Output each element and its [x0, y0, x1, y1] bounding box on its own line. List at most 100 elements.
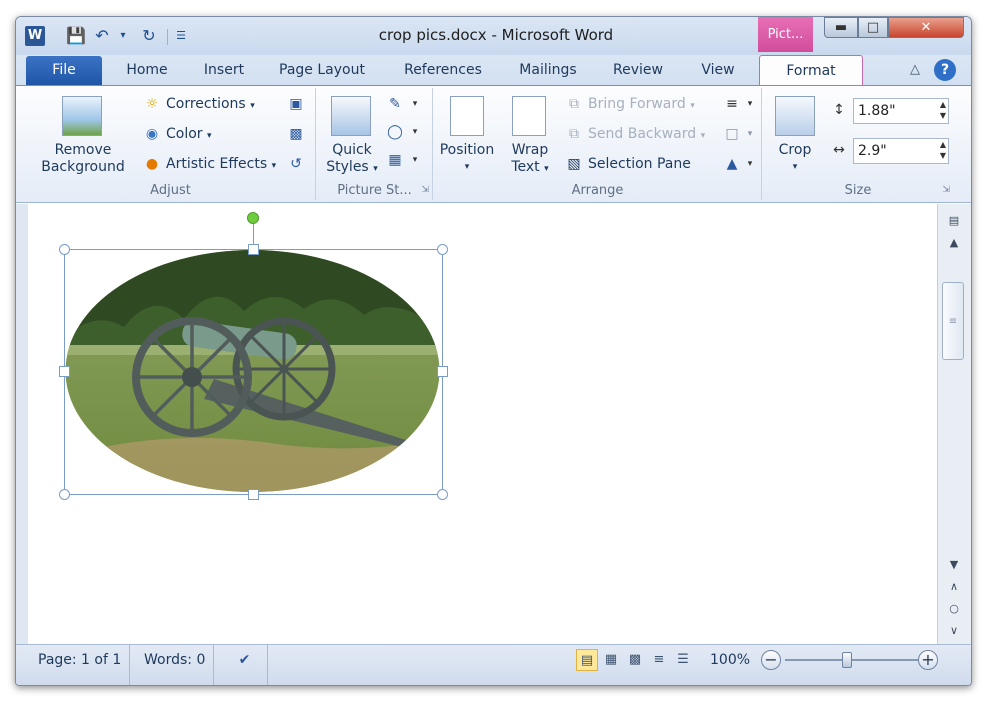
bring-forward-button[interactable]: ⧉ Bring Forward ▾ — [564, 96, 695, 112]
group-arrange-label: Arrange — [571, 183, 624, 198]
close-button[interactable]: ✕ — [888, 17, 964, 38]
spinner-arrows-icon[interactable]: ▲ ▼ — [940, 99, 946, 121]
tab-file[interactable]: File — [26, 56, 102, 85]
group-arrange: Position ▾ Wrap Text ▾ ⧉ Bring Forward ▾ … — [434, 88, 762, 200]
tab-insert[interactable]: Insert — [194, 55, 254, 85]
spinner-arrows-icon[interactable]: ▲ ▼ — [940, 139, 946, 161]
picture-border-icon[interactable]: ✎ — [385, 94, 405, 114]
chevron-down-icon[interactable]: ▾ — [405, 122, 425, 142]
position-label: Position — [439, 142, 495, 158]
previous-page-icon[interactable]: ∧ — [942, 578, 966, 596]
word-count[interactable]: Words: 0 — [136, 645, 215, 685]
artistic-effects-button[interactable]: ● Artistic Effects ▾ — [142, 156, 276, 172]
resize-handle-left[interactable] — [59, 366, 70, 377]
zoom-slider-thumb[interactable] — [842, 652, 852, 668]
tab-review[interactable]: Review — [606, 55, 670, 85]
zoom-out-button[interactable]: − — [761, 650, 781, 670]
picture-effects-icon[interactable]: ◯ — [385, 122, 405, 142]
scrollbar-thumb[interactable]: ≡ — [942, 282, 964, 360]
dialog-launcher-icon[interactable]: ⇲ — [421, 185, 429, 195]
draft-icon[interactable]: ☰ — [672, 649, 694, 671]
shape-width-icon: ↔ — [833, 142, 845, 158]
undo-dropdown-icon[interactable]: ▾ — [113, 25, 133, 47]
chevron-down-icon: ▾ — [464, 162, 470, 172]
selection-pane-button[interactable]: ▧ Selection Pane — [564, 156, 690, 172]
tab-mailings[interactable]: Mailings — [510, 55, 586, 85]
tab-home[interactable]: Home — [116, 55, 178, 85]
picture-layout-icon[interactable]: ▦ — [385, 150, 405, 170]
shape-height-spinner[interactable]: 1.88" ▲ ▼ — [853, 98, 949, 124]
vertical-scrollbar[interactable]: ▤ ▲ ≡ ▼ ∧ ○ ∨ — [937, 204, 971, 644]
tab-format[interactable]: Format — [759, 55, 863, 86]
rotate-icon[interactable]: ▲ — [722, 154, 742, 174]
resize-handle-right[interactable] — [437, 366, 448, 377]
corrections-button[interactable]: ☼ Corrections ▾ — [142, 96, 255, 112]
zoom-in-button[interactable]: + — [918, 650, 938, 670]
save-icon[interactable]: 💾 — [66, 25, 86, 47]
word-logo-icon[interactable]: W — [25, 26, 45, 46]
shape-width-spinner[interactable]: 2.9" ▲ ▼ — [853, 138, 949, 164]
group-objects-icon[interactable]: □ — [722, 124, 742, 144]
resize-handle-top-left[interactable] — [59, 244, 70, 255]
ribbon: Remove Background ☼ Corrections ▾ ◉ Color … — [16, 85, 971, 203]
quick-styles-label-line2: Styles ▾ — [326, 159, 378, 175]
chevron-down-icon[interactable]: ▾ — [740, 94, 760, 114]
tab-page-layout[interactable]: Page Layout — [272, 55, 372, 85]
bring-forward-icon: ⧉ — [569, 96, 579, 112]
rotation-handle[interactable] — [247, 212, 259, 224]
chevron-down-icon: ▾ — [250, 101, 255, 111]
resize-handle-bottom-right[interactable] — [437, 489, 448, 500]
color-button[interactable]: ◉ Color ▾ — [142, 126, 212, 142]
quick-styles-button[interactable]: Quick Styles ▾ — [321, 142, 383, 178]
proofing-icon[interactable]: ✔ — [222, 645, 268, 685]
zoom-slider-track[interactable] — [785, 659, 931, 661]
chevron-down-icon[interactable]: ▾ — [405, 150, 425, 170]
scroll-up-icon[interactable]: ▲ — [942, 234, 966, 252]
artistic-effects-label: Artistic Effects — [166, 156, 268, 172]
tab-references[interactable]: References — [396, 55, 490, 85]
shape-height-value: 1.88" — [858, 103, 896, 119]
chevron-down-icon[interactable]: ▾ — [405, 94, 425, 114]
print-layout-icon[interactable]: ▤ — [576, 649, 598, 671]
chevron-down-icon[interactable]: ▾ — [740, 124, 760, 144]
resize-handle-top-right[interactable] — [437, 244, 448, 255]
page-count[interactable]: Page: 1 of 1 — [30, 645, 131, 685]
group-adjust-label: Adjust — [150, 183, 191, 198]
minimize-ribbon-icon[interactable]: △ — [904, 59, 926, 81]
chevron-down-icon: ▾ — [700, 131, 706, 141]
resize-handle-top[interactable] — [248, 244, 259, 255]
wrap-text-button[interactable]: Wrap Text ▾ — [502, 142, 558, 178]
chevron-down-icon[interactable]: ▾ — [740, 154, 760, 174]
compress-pictures-icon[interactable]: ▣ — [286, 94, 306, 114]
group-size-label: Size — [844, 183, 872, 198]
shape-height-icon: ↕ — [833, 102, 845, 118]
crop-button[interactable]: Crop ▾ — [767, 142, 823, 176]
send-backward-button[interactable]: ⧉ Send Backward ▾ — [564, 126, 705, 142]
customize-quick-access-icon[interactable]: ☰ — [171, 25, 191, 47]
help-icon[interactable]: ? — [934, 59, 956, 81]
outline-icon[interactable]: ≡ — [648, 649, 670, 671]
next-page-icon[interactable]: ∨ — [942, 622, 966, 640]
position-button[interactable]: Position ▾ — [434, 142, 500, 176]
redo-icon[interactable]: ↻ — [139, 25, 159, 47]
full-screen-reading-icon[interactable]: ▦ — [600, 649, 622, 671]
scroll-down-icon[interactable]: ▼ — [942, 556, 966, 574]
change-picture-icon[interactable]: ▩ — [286, 124, 306, 144]
zoom-level[interactable]: 100% — [710, 645, 750, 675]
resize-handle-bottom-left[interactable] — [59, 489, 70, 500]
maximize-button[interactable]: □ — [858, 17, 888, 38]
align-icon[interactable]: ≡ — [722, 94, 742, 114]
resize-handle-bottom[interactable] — [248, 489, 259, 500]
ribbon-tabs: File Home Insert Page Layout References … — [16, 55, 971, 86]
undo-icon[interactable]: ↶ — [92, 25, 112, 47]
reset-picture-icon[interactable]: ↺ — [286, 154, 306, 174]
minimize-button[interactable]: ▬ — [824, 17, 858, 38]
select-browse-object-icon[interactable]: ○ — [942, 600, 966, 618]
web-layout-icon[interactable]: ▩ — [624, 649, 646, 671]
remove-background-label-line1: Remove — [54, 142, 112, 158]
remove-background-button[interactable]: Remove Background — [28, 142, 138, 176]
tab-view[interactable]: View — [692, 55, 744, 85]
dialog-launcher-icon[interactable]: ⇲ — [942, 185, 950, 195]
view-ruler-icon[interactable]: ▤ — [942, 212, 966, 230]
quick-styles-icon — [331, 96, 371, 136]
